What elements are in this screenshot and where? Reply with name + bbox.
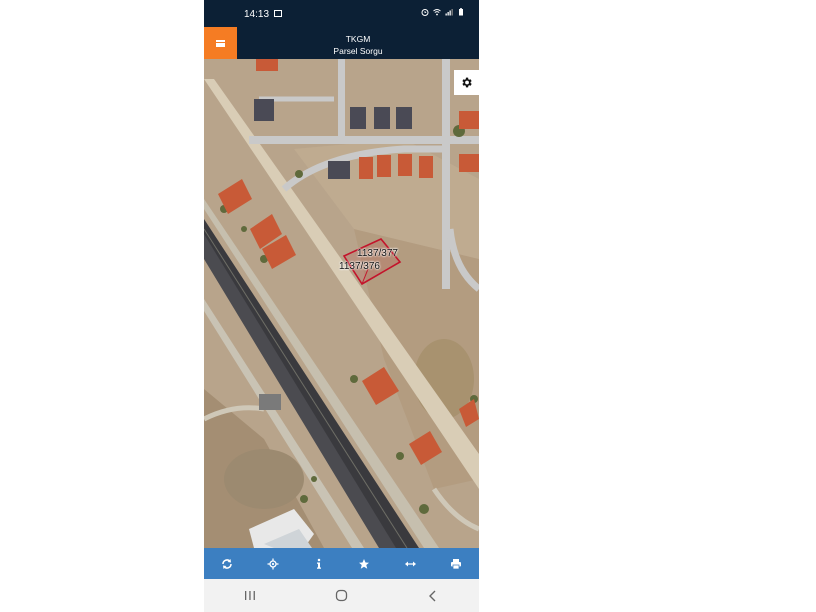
favorite-button[interactable] [341, 548, 387, 579]
system-nav-bar [204, 579, 479, 612]
alarm-icon [421, 9, 429, 16]
bottom-toolbar [204, 548, 479, 579]
settings-button[interactable] [454, 70, 479, 95]
status-time: 14:13 [244, 9, 270, 20]
back-icon [429, 590, 436, 601]
satellite-map[interactable]: 1137/377 1137/376 [204, 59, 479, 548]
recents-icon [244, 591, 255, 600]
locate-icon [267, 558, 279, 569]
parcel-label-377[interactable]: 1137/377 [357, 248, 398, 259]
print-icon [451, 558, 462, 569]
back-button[interactable] [387, 579, 479, 612]
image-notification-icon [274, 10, 282, 17]
hamburger-icon [216, 39, 225, 47]
menu-button[interactable] [204, 27, 237, 59]
print-button[interactable] [433, 548, 479, 579]
parcel-label-376[interactable]: 1137/376 [339, 261, 380, 272]
recents-button[interactable] [204, 579, 296, 612]
status-bar: 14:13 [204, 0, 479, 27]
refresh-icon [222, 558, 232, 569]
app-title: TKGM Parsel Sorgu [237, 33, 479, 57]
wifi-icon [433, 9, 441, 16]
app-header: TKGM Parsel Sorgu [204, 27, 479, 59]
app-title-line2: Parsel Sorgu [333, 46, 383, 56]
map-imagery [204, 59, 479, 548]
measure-icon [404, 561, 416, 566]
phone-screen: 14:13 TKGM Parsel Sorgu 1137/377 1137/37… [204, 0, 479, 612]
refresh-button[interactable] [204, 548, 250, 579]
battery-icon [459, 8, 463, 16]
app-title-line1: TKGM [345, 34, 371, 44]
gear-icon [462, 77, 472, 88]
signal-icon [445, 9, 453, 16]
star-icon [359, 558, 370, 569]
home-button[interactable] [296, 579, 388, 612]
measure-button[interactable] [387, 548, 433, 579]
home-icon [335, 589, 348, 602]
locate-button[interactable] [250, 548, 296, 579]
info-button[interactable] [296, 548, 342, 579]
info-icon [316, 558, 321, 569]
